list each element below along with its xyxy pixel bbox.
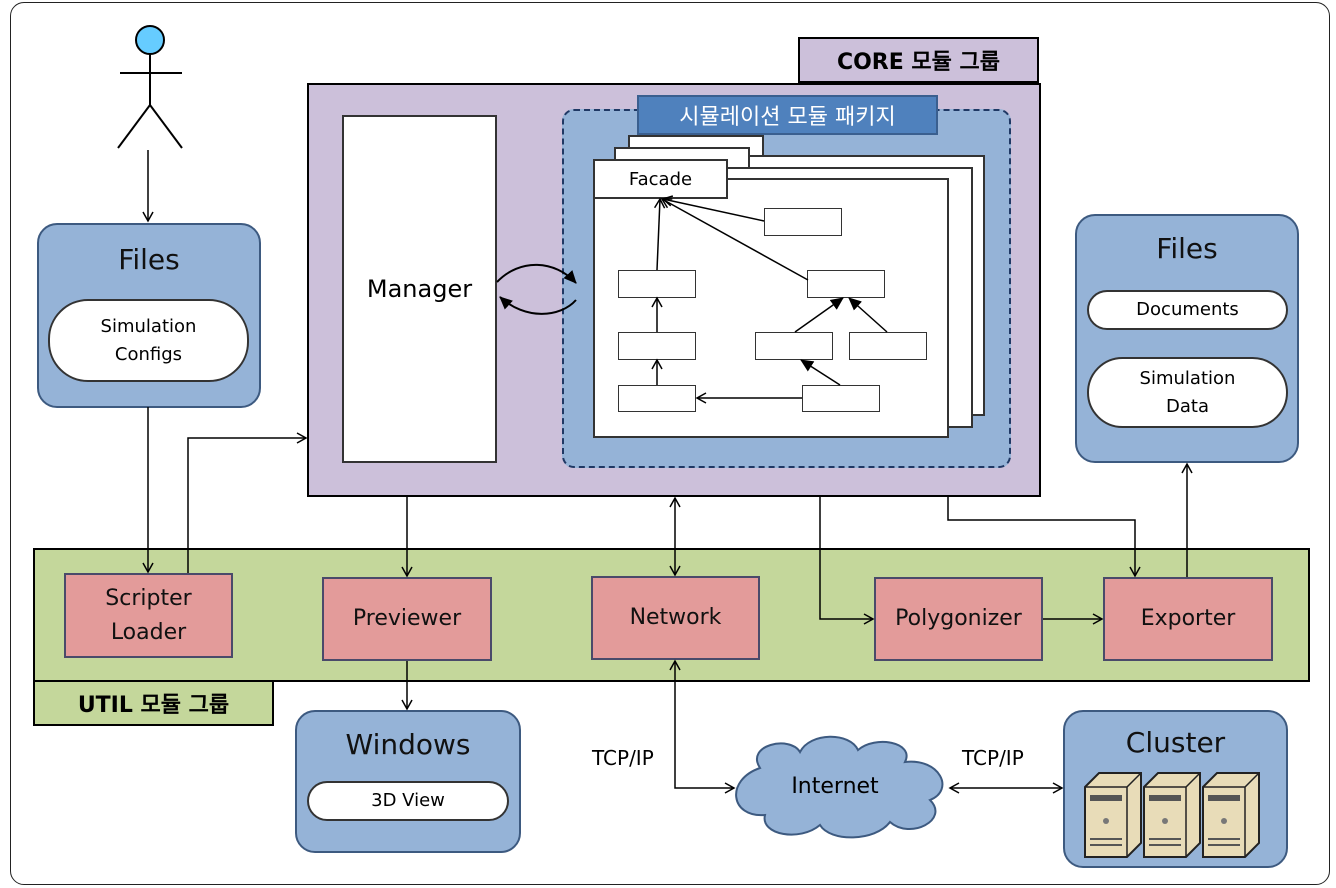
connectors (117, 25, 1260, 858)
server-icons (1084, 772, 1260, 858)
actor-icon (117, 25, 183, 149)
internet-label: Internet (791, 774, 879, 799)
